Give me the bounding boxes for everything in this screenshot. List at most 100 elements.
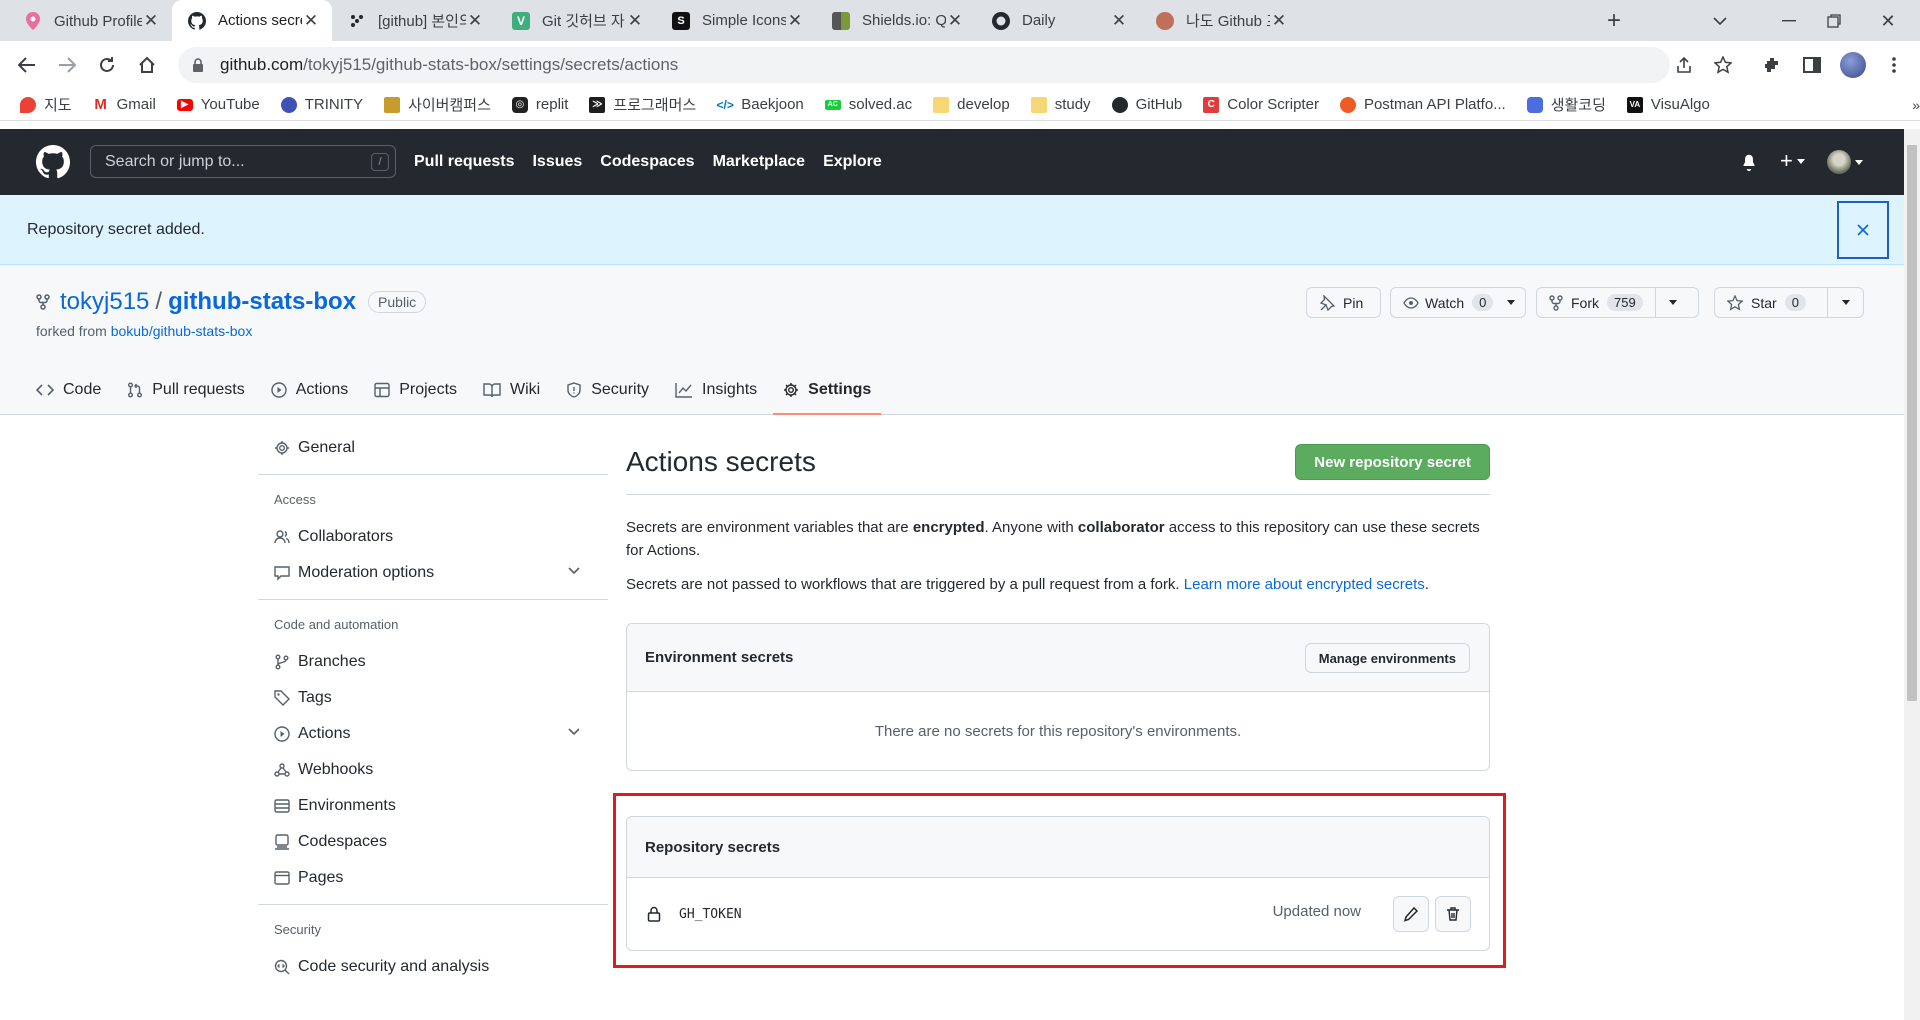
browser-tab[interactable]: [github] 본인의 잔디 ✕ <box>332 0 496 41</box>
close-tab-icon[interactable]: ✕ <box>626 11 644 30</box>
watch-button[interactable]: Watch 0 <box>1390 287 1526 318</box>
sidebar-item-branches[interactable]: Branches <box>258 644 608 680</box>
chevron-down-icon[interactable] <box>568 728 580 736</box>
window-close-icon[interactable]: ✕ <box>1874 7 1902 35</box>
browser-tab[interactable]: Shields.io: Quality ✕ <box>816 0 976 41</box>
user-avatar-menu[interactable] <box>1827 150 1863 174</box>
menu-icon[interactable] <box>1880 51 1908 79</box>
sidebar-item-environments[interactable]: Environments <box>258 788 608 824</box>
notifications-bell-icon[interactable] <box>1740 153 1758 171</box>
more-bookmarks-icon[interactable]: » <box>1912 97 1920 113</box>
fork-button[interactable]: Fork 759 <box>1536 287 1699 318</box>
github-search-input[interactable]: Search or jump to... / <box>90 145 396 178</box>
fork-dropdown[interactable] <box>1654 288 1691 317</box>
close-tab-icon[interactable]: ✕ <box>946 11 964 30</box>
profile-avatar[interactable] <box>1839 51 1867 79</box>
sidebar-item-collaborators[interactable]: Collaborators <box>258 519 608 555</box>
sidebar-item-general[interactable]: General <box>258 430 608 466</box>
share-icon[interactable] <box>1670 51 1698 79</box>
manage-environments-button[interactable]: Manage environments <box>1304 643 1470 673</box>
browser-tab[interactable]: S Simple Icons ✕ <box>656 0 816 41</box>
bookmark-item[interactable]: C Color Scripter <box>1203 96 1319 113</box>
pin-button[interactable]: Pin <box>1306 287 1381 318</box>
bookmark-item[interactable]: GitHub <box>1111 96 1182 113</box>
sidebar-item-code-security[interactable]: Code security and analysis <box>258 949 608 985</box>
tab-security[interactable]: Security <box>566 365 649 415</box>
sidebar-item-webhooks[interactable]: Webhooks <box>258 752 608 788</box>
github-logo-icon[interactable] <box>36 145 70 179</box>
home-icon[interactable] <box>133 51 161 79</box>
bookmark-item[interactable]: M Gmail <box>92 96 156 113</box>
sidebar-item-moderation-options[interactable]: Moderation options <box>258 555 608 591</box>
browser-tab[interactable]: Daily ✕ <box>976 0 1140 41</box>
sidebar-item-tags[interactable]: Tags <box>258 680 608 716</box>
nav-explore[interactable]: Explore <box>823 153 882 171</box>
nav-marketplace[interactable]: Marketplace <box>713 153 806 171</box>
nav-pull-requests[interactable]: Pull requests <box>414 153 514 171</box>
restore-icon[interactable] <box>1820 7 1848 35</box>
create-new-plus-icon[interactable]: + <box>1780 148 1805 174</box>
tab-actions[interactable]: Actions <box>271 365 348 415</box>
bookmark-item[interactable]: VA VisuAlgo <box>1626 96 1710 113</box>
side-panel-icon[interactable] <box>1798 51 1826 79</box>
bookmark-item[interactable]: ▶ YouTube <box>176 96 260 113</box>
browser-tab[interactable]: V Git 깃허브 자기소개 ✕ <box>496 0 656 41</box>
close-tab-icon[interactable]: ✕ <box>142 11 160 30</box>
browser-tab-active[interactable]: Actions secrets ✕ <box>172 0 332 41</box>
tab-insights[interactable]: Insights <box>675 365 757 415</box>
flash-close-icon[interactable] <box>1837 201 1889 259</box>
bookmark-item[interactable]: AC solved.ac <box>824 96 912 113</box>
flash-message: Repository secret added. <box>27 220 205 238</box>
reload-icon[interactable] <box>93 51 121 79</box>
nav-codespaces[interactable]: Codespaces <box>600 153 694 171</box>
bookmark-star-icon[interactable] <box>1709 51 1737 79</box>
sidebar-item-pages[interactable]: Pages <box>258 860 608 896</box>
tab-search-icon[interactable] <box>1706 7 1734 35</box>
forked-from-link[interactable]: bokub/github-stats-box <box>111 323 253 339</box>
sidebar-item-actions[interactable]: Actions <box>258 716 608 752</box>
tab-pull-requests[interactable]: Pull requests <box>127 365 245 415</box>
close-tab-icon[interactable]: ✕ <box>466 11 484 30</box>
bookmark-folder[interactable]: develop <box>933 96 1010 113</box>
bookmark-item[interactable]: ≫ 프로그래머스 <box>589 94 696 115</box>
nav-issues[interactable]: Issues <box>532 153 582 171</box>
close-tab-icon[interactable]: ✕ <box>786 11 804 30</box>
new-repository-secret-button[interactable]: New repository secret <box>1295 444 1490 480</box>
close-tab-icon[interactable]: ✕ <box>1110 11 1128 30</box>
close-tab-icon[interactable]: ✕ <box>302 11 320 30</box>
settings-sidebar: General Access Collaborators Moderation … <box>258 430 608 985</box>
browser-tab[interactable]: Github Profile 꾸미기 ✕ <box>8 0 172 41</box>
bookmark-item[interactable]: 지도 <box>20 94 72 115</box>
address-bar[interactable]: github.com/tokyj515/github-stats-box/set… <box>178 47 1670 83</box>
learn-more-link[interactable]: Learn more about encrypted secrets <box>1184 576 1425 593</box>
github-icon <box>992 11 1010 30</box>
chevron-down-icon[interactable] <box>568 567 580 575</box>
tab-wiki[interactable]: Wiki <box>483 365 540 415</box>
sidebar-item-codespaces[interactable]: Codespaces <box>258 824 608 860</box>
github-global-nav: Pull requests Issues Codespaces Marketpl… <box>414 129 900 195</box>
bookmark-item[interactable]: ◎ replit <box>511 96 568 113</box>
tab-projects[interactable]: Projects <box>374 365 457 415</box>
forward-icon[interactable] <box>53 51 81 79</box>
close-tab-icon[interactable]: ✕ <box>1270 11 1288 30</box>
browser-tab[interactable]: 나도 Github 프로필 ✕ <box>1140 0 1300 41</box>
bookmark-item[interactable]: 생활코딩 <box>1526 94 1606 115</box>
repo-owner-link[interactable]: tokyj515 <box>60 288 149 316</box>
tab-settings[interactable]: Settings <box>773 365 882 415</box>
bookmark-item[interactable]: TRINITY <box>280 96 363 113</box>
table-icon <box>374 382 390 398</box>
scrollbar-thumb[interactable] <box>1907 145 1917 701</box>
new-tab-icon[interactable]: + <box>1600 7 1628 35</box>
bookmark-item[interactable]: </> Baekjoon <box>717 96 804 113</box>
star-dropdown[interactable] <box>1827 288 1863 317</box>
star-button[interactable]: Star 0 <box>1714 287 1864 318</box>
bookmark-folder[interactable]: study <box>1030 96 1091 113</box>
minimize-icon[interactable] <box>1775 7 1803 35</box>
bookmark-item[interactable]: 사이버캠퍼스 <box>384 94 491 115</box>
back-icon[interactable] <box>13 51 41 79</box>
bookmark-item[interactable]: Postman API Platfo... <box>1339 96 1506 113</box>
page-scrollbar[interactable] <box>1904 129 1920 1020</box>
extensions-icon[interactable] <box>1758 51 1786 79</box>
tab-code[interactable]: Code <box>36 365 101 415</box>
repo-name-link[interactable]: github-stats-box <box>168 288 356 316</box>
